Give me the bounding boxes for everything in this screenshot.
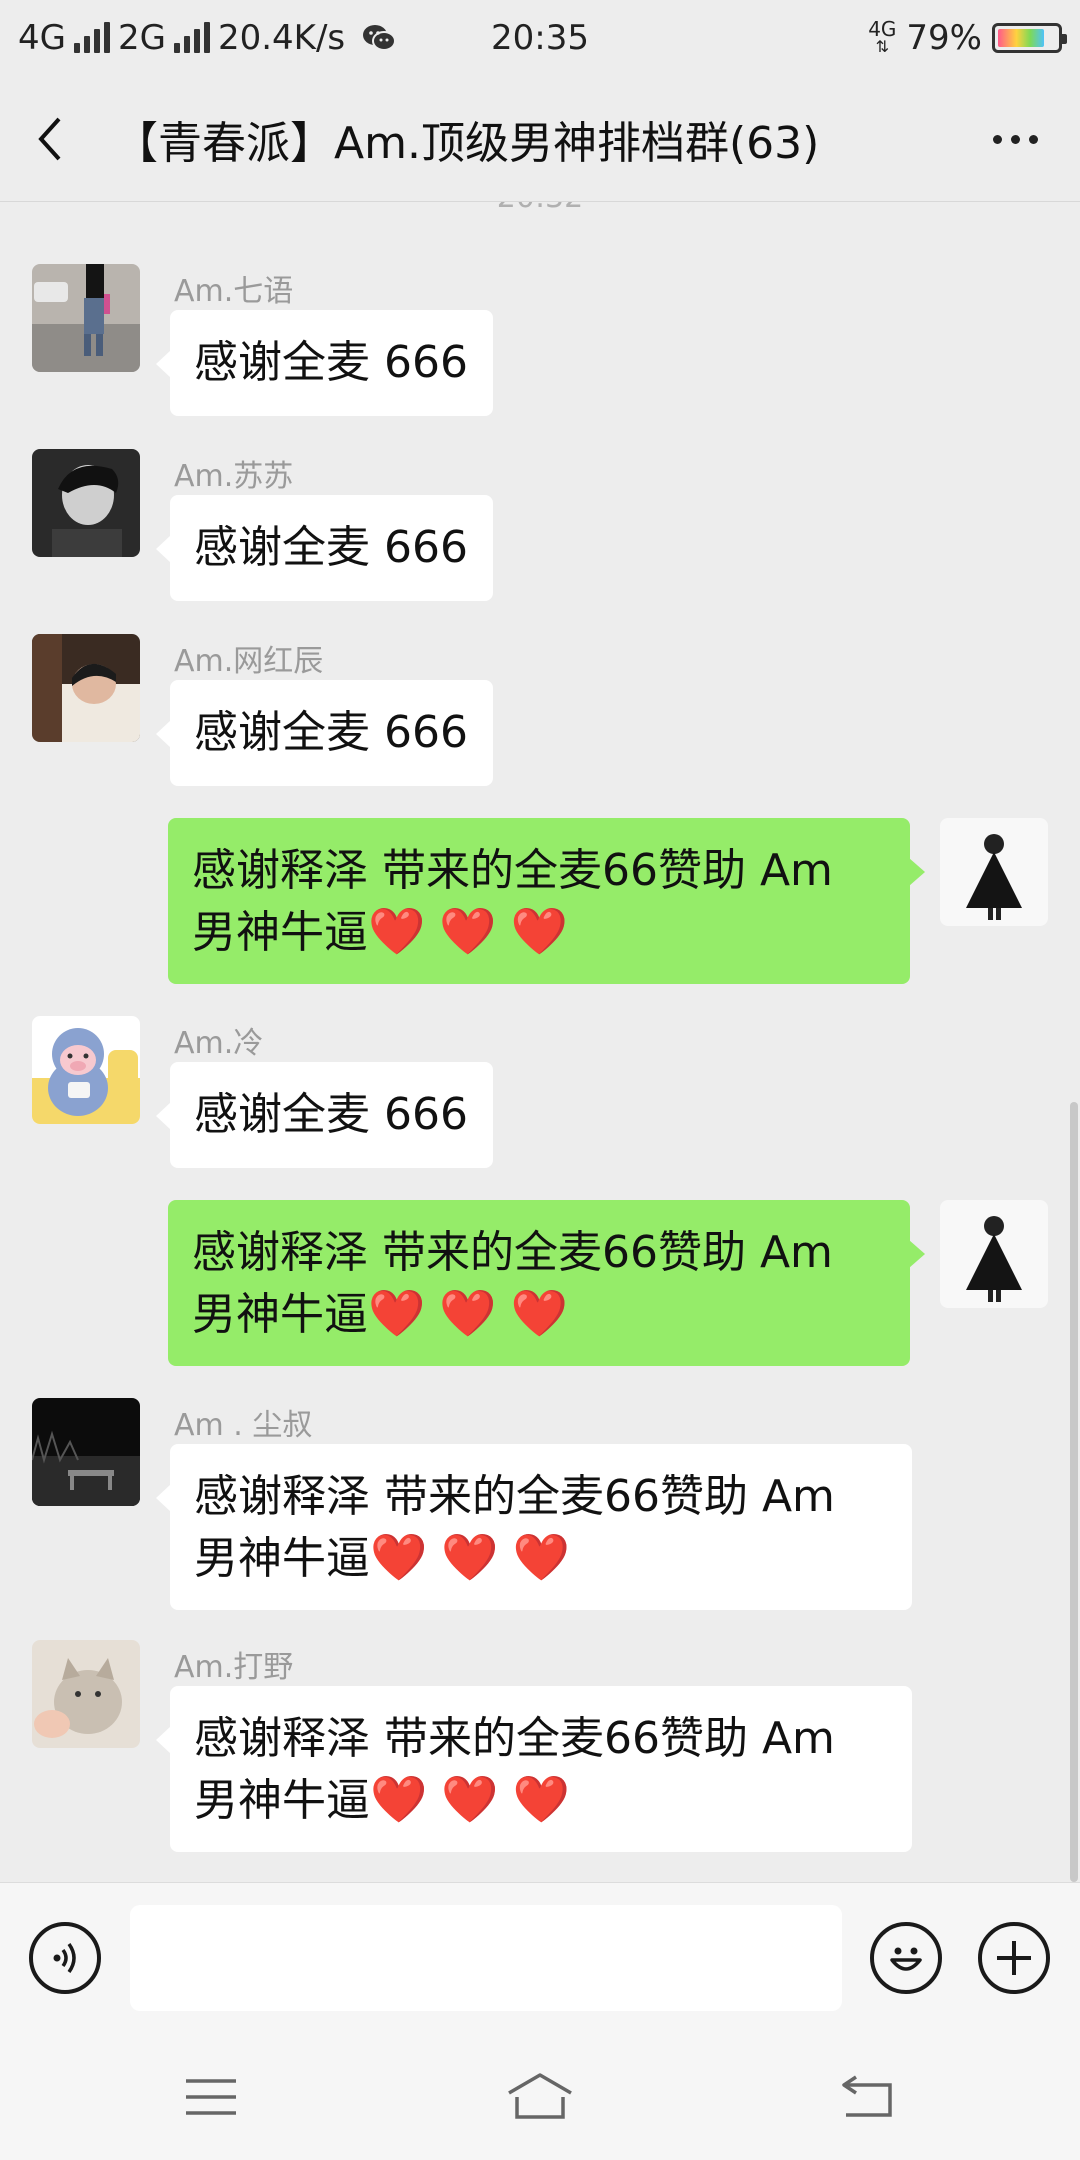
self-avatar[interactable] (940, 1200, 1048, 1308)
emoji-icon (890, 1947, 922, 1971)
heart-emoji: ❤️ (441, 1530, 499, 1584)
chat-message-list[interactable]: 20:32 Am.七语 感谢全麦 666 (0, 202, 1080, 1882)
message-text: 男神牛逼 (194, 1775, 370, 1826)
heart-emoji: ❤️ (441, 1772, 499, 1826)
chat-header: 【青春派】Am.顶级男神排档群(63) (0, 76, 1080, 202)
heart-emoji: ❤️ (439, 904, 497, 958)
home-button[interactable] (495, 2064, 585, 2130)
message-text: 感谢释泽 带来的全麦66赞助 Am (194, 1471, 835, 1522)
message-bubble-self[interactable]: 感谢释泽 带来的全麦66赞助 Am 男神牛逼❤️ ❤️ ❤️ (168, 1200, 925, 1366)
message-text: 感谢释泽 带来的全麦66赞助 Am (192, 1227, 833, 1278)
message-bubble[interactable]: 感谢释泽 带来的全麦66赞助 Am 男神牛逼❤️ ❤️ ❤️ (156, 1686, 912, 1852)
message-text: 感谢全麦 666 (194, 707, 468, 758)
message-text-line: 男神牛逼❤️ ❤️ ❤️ (192, 1283, 886, 1345)
heart-emoji: ❤️ (512, 1530, 570, 1584)
message-text: 感谢释泽 带来的全麦66赞助 Am (194, 1713, 835, 1764)
sender-name: Am.打野 (174, 1650, 294, 1685)
sender-name: Am.七语 (174, 274, 294, 309)
status-left: 4G 2G 20.4K/s (18, 18, 397, 58)
heart-emoji: ❤️ (439, 1286, 497, 1340)
avatar[interactable] (32, 1640, 140, 1748)
dot-icon (992, 134, 1002, 144)
message-bubble[interactable]: 感谢释泽 带来的全麦66赞助 Am 男神牛逼❤️ ❤️ ❤️ (156, 1444, 912, 1610)
avatar[interactable] (32, 1398, 140, 1506)
sender-name: Am.苏苏 (174, 459, 294, 494)
signal-bars-icon (173, 22, 210, 53)
system-back-button[interactable] (823, 2064, 913, 2130)
message-bubble[interactable]: 感谢全麦 666 (156, 680, 493, 786)
message-bubble[interactable]: 感谢全麦 666 (156, 1062, 493, 1168)
timestamp-divider: 20:32 (0, 202, 1080, 215)
message-text: 感谢全麦 666 (194, 1089, 468, 1140)
battery-icon (992, 23, 1067, 53)
home-icon (508, 2073, 572, 2119)
message-text: 男神牛逼 (192, 1289, 368, 1340)
voice-icon (53, 1942, 76, 1974)
heart-emoji: ❤️ (510, 904, 568, 958)
message-text-line: 男神牛逼❤️ ❤️ ❤️ (194, 1769, 888, 1831)
heart-emoji: ❤️ (510, 1286, 568, 1340)
message-text: 男神牛逼 (194, 1533, 370, 1584)
emoji-button[interactable] (870, 1922, 942, 1994)
chat-scrollbar[interactable] (1070, 1102, 1078, 1882)
dot-icon (1010, 134, 1020, 144)
avatar[interactable] (32, 264, 140, 372)
data-activity-icon: 4G ⇅ (868, 17, 897, 56)
message-text: 感谢释泽 带来的全麦66赞助 Am (192, 845, 833, 896)
heart-emoji: ❤️ (512, 1772, 570, 1826)
avatar[interactable] (32, 449, 140, 557)
signal-4g: 4G (18, 18, 110, 58)
voice-input-button[interactable] (29, 1922, 101, 1994)
message-text-line: 男神牛逼❤️ ❤️ ❤️ (194, 1527, 888, 1589)
sender-name: Am.网红辰 (174, 644, 324, 679)
chevron-left-icon (38, 117, 61, 160)
heart-emoji: ❤️ (370, 1530, 428, 1584)
more-options-button[interactable] (980, 114, 1050, 164)
network-type-label: 4G (18, 18, 66, 58)
heart-emoji: ❤️ (368, 904, 426, 958)
self-avatar[interactable] (940, 818, 1048, 926)
menu-icon (186, 2079, 236, 2115)
network-type-label: 4G (868, 17, 897, 41)
heart-emoji: ❤️ (368, 1286, 426, 1340)
message-text: 男神牛逼 (192, 907, 368, 958)
message-text: 感谢全麦 666 (194, 522, 468, 573)
chat-title: 【青春派】Am.顶级男神排档群(63) (114, 117, 820, 169)
system-navigation-bar (0, 2034, 1080, 2160)
status-right: 4G ⇅ 79% (868, 17, 1067, 58)
message-bubble[interactable]: 感谢全麦 666 (156, 495, 493, 601)
network-type-label: 2G (117, 18, 166, 58)
avatar[interactable] (32, 1016, 140, 1124)
more-functions-button[interactable] (978, 1922, 1050, 1994)
plus-icon (997, 1941, 1031, 1975)
signal-bars-icon (73, 22, 110, 53)
back-icon (842, 2075, 892, 2117)
message-input[interactable] (130, 1905, 842, 2011)
avatar[interactable] (32, 634, 140, 742)
dot-icon (1028, 134, 1038, 144)
recent-apps-button[interactable] (166, 2064, 256, 2130)
heart-emoji: ❤️ (370, 1772, 428, 1826)
sender-name: Am . 尘叔 (174, 1408, 313, 1443)
status-bar: 4G 2G 20.4K/s 20:35 4G ⇅ 79% (0, 0, 1080, 76)
message-bubble-self[interactable]: 感谢释泽 带来的全麦66赞助 Am 男神牛逼❤️ ❤️ ❤️ (168, 818, 925, 984)
back-button[interactable] (0, 76, 100, 202)
sender-name: Am.冷 (174, 1026, 264, 1061)
wechat-notification-icon (363, 25, 397, 51)
message-text: 感谢全麦 666 (194, 337, 468, 388)
battery-percent: 79% (906, 18, 982, 58)
message-bubble[interactable]: 感谢全麦 666 (156, 310, 493, 416)
network-speed: 20.4K/s (217, 18, 346, 58)
message-input-bar (0, 1882, 1080, 2034)
signal-2g: 2G (118, 18, 210, 58)
message-text-line: 男神牛逼❤️ ❤️ ❤️ (192, 901, 886, 963)
